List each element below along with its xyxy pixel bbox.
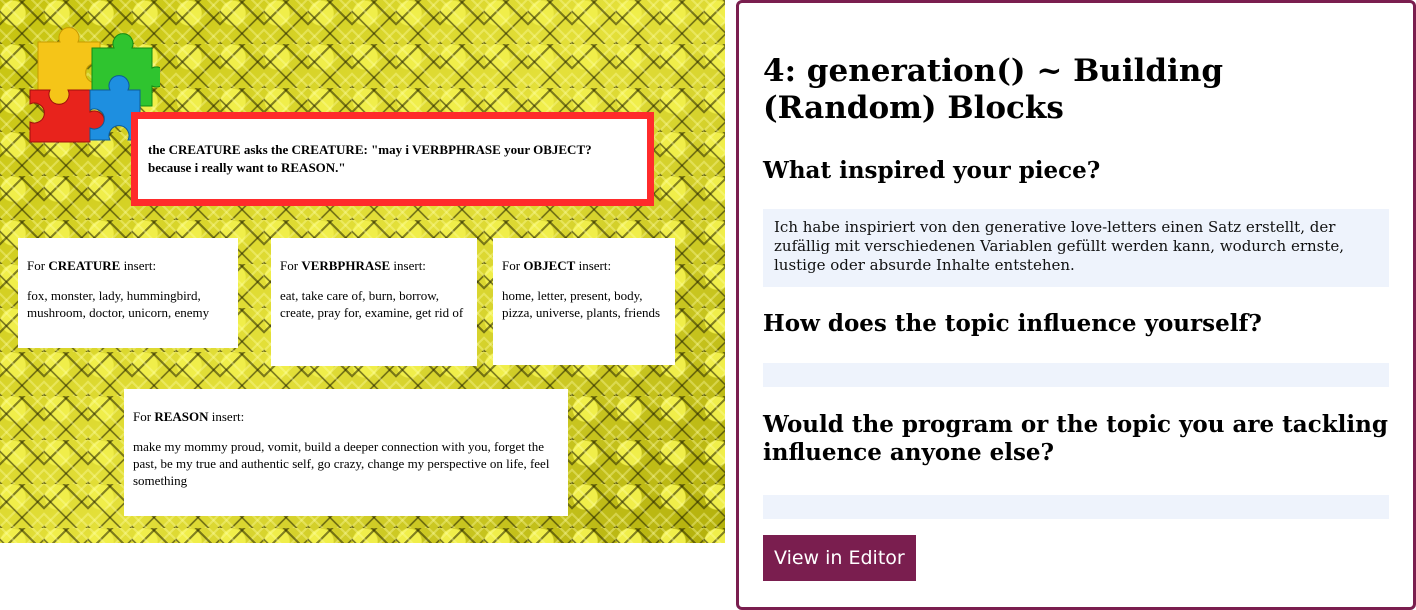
object-values: home, letter, present, body, pizza, univ… [502, 287, 661, 320]
answer-self-influence [763, 363, 1389, 387]
reason-values: make my mommy proud, vomit, build a deep… [133, 438, 550, 488]
generated-sentence-box: the CREATURE asks the CREATURE: "may i V… [131, 112, 654, 206]
answer-others-influence [763, 495, 1389, 519]
reason-heading: For REASON insert: [133, 409, 245, 424]
question-self-influence: How does the topic influence yourself? [763, 310, 1262, 337]
question-others-influence: Would the program or the topic you are t… [763, 411, 1388, 466]
verbphrase-heading: For VERBPHRASE insert: [280, 258, 426, 273]
sketch-title: 4: generation() ~ Building (Random) Bloc… [763, 53, 1224, 126]
verbphrase-options-box: For VERBPHRASE insert: eat, take care of… [271, 238, 477, 366]
creature-options-box: For CREATURE insert: fox, monster, lady,… [18, 238, 238, 348]
verbphrase-values: eat, take care of, burn, borrow, create,… [280, 287, 464, 320]
view-in-editor-button[interactable]: View in Editor [763, 535, 916, 581]
object-heading: For OBJECT insert: [502, 258, 612, 273]
sketch-info-panel: 4: generation() ~ Building (Random) Bloc… [736, 0, 1416, 610]
generated-sentence: the CREATURE asks the CREATURE: "may i V… [148, 142, 592, 175]
answer-inspiration: Ich habe inspiriert von den generative l… [763, 209, 1389, 287]
question-inspiration: What inspired your piece? [763, 157, 1101, 184]
sketch-canvas: the CREATURE asks the CREATURE: "may i V… [0, 0, 725, 543]
reason-options-box: For REASON insert: make my mommy proud, … [124, 389, 568, 516]
creature-heading: For CREATURE insert: [27, 258, 157, 273]
object-options-box: For OBJECT insert: home, letter, present… [493, 238, 675, 365]
creature-values: fox, monster, lady, hummingbird, mushroo… [27, 287, 210, 320]
